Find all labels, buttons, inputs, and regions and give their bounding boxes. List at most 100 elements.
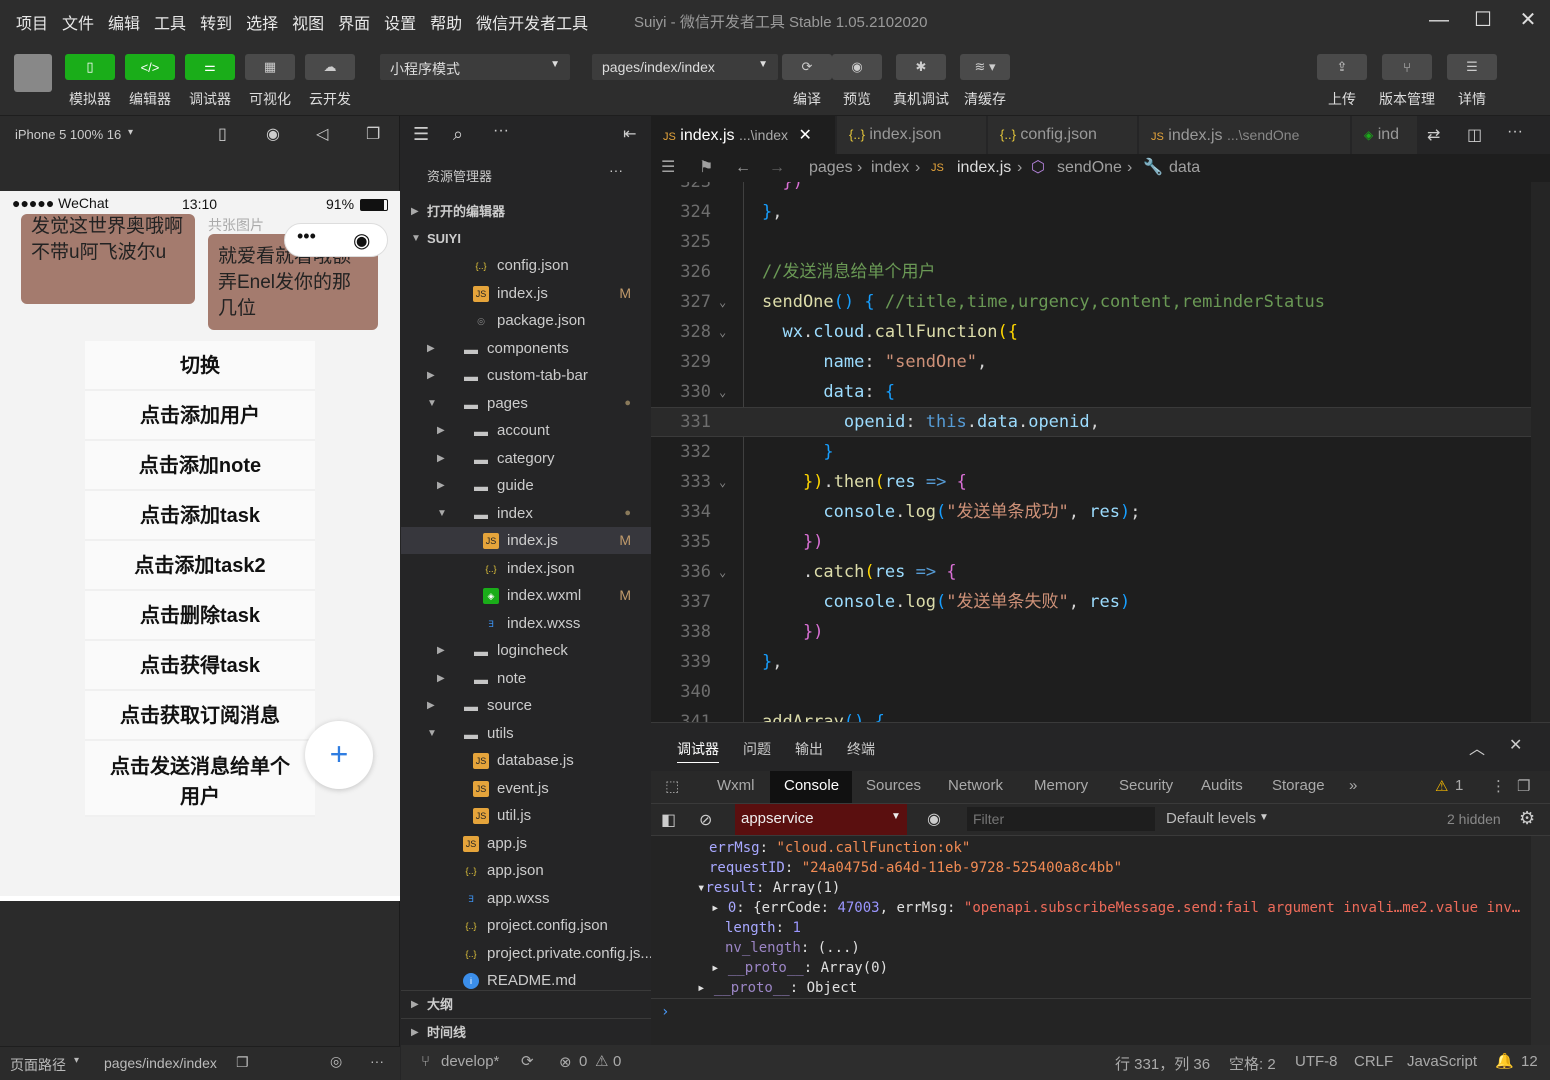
add-note-button[interactable]: 点击添加note [85,441,315,491]
menu-item-wechat-devtools[interactable]: 微信开发者工具 [476,10,588,34]
version-button[interactable]: ⑂ [1382,54,1432,80]
tab-wxml[interactable]: Wxml [717,777,755,794]
breadcrumb-property[interactable]: data [1169,154,1200,182]
tree-item[interactable]: ◈ index.wxml M [401,582,651,609]
page-path-label[interactable]: 页面路径 [10,1055,66,1075]
encoding[interactable]: UTF-8 [1295,1053,1338,1070]
editor-scrollbar[interactable] [1531,182,1550,722]
cloud-dev-button[interactable]: ☁ [305,54,355,80]
console-prompt-icon[interactable]: › [661,1002,669,1022]
tab-sendone-index-js[interactable]: JS index.js ...\sendOne [1139,116,1351,154]
phone-icon[interactable]: ▯ [218,124,227,144]
line-ending[interactable]: CRLF [1354,1053,1393,1070]
minimize-icon[interactable]: — [1424,6,1454,34]
console-line-proto-array[interactable]: ▸ __proto__: Array(0) [711,958,888,978]
timeline-section[interactable]: ▶ 时间线 [401,1018,651,1045]
close-icon[interactable]: ✕ [798,127,811,144]
chevron-right-icon[interactable]: ▶ [437,665,445,692]
bell-icon[interactable]: 🔔 [1495,1052,1514,1070]
chevron-right-icon[interactable]: ▶ [427,362,435,389]
tab-problems[interactable]: 问题 [743,739,771,759]
chevron-down-icon[interactable]: ⌄ [719,467,726,497]
add-task-button[interactable]: 点击添加task [85,491,315,541]
tab-config-json[interactable]: {..} config.json [988,116,1138,154]
chevron-down-icon[interactable]: ⌄ [719,317,726,347]
eye-icon[interactable]: ◎ [330,1053,342,1070]
debugger-toggle[interactable]: ⚌ [185,54,235,80]
console-line-item0[interactable]: ▸ 0: {errCode: 47003, errMsg: "openapi.s… [711,898,1520,918]
tree-item[interactable]: ▼ ▬ utils [401,720,651,747]
device-select[interactable]: iPhone 5 100% 16 [15,127,121,142]
tree-item[interactable]: ∃ index.wxss [401,610,651,637]
breadcrumb-method[interactable]: sendOne [1057,154,1122,182]
tree-item[interactable]: {..} app.json [401,857,651,884]
tree-item[interactable]: ▶ ▬ note [401,665,651,692]
more-icon[interactable]: ··· [1507,123,1523,141]
bookmark-icon[interactable]: ⚑ [699,154,713,182]
tree-item[interactable]: {..} config.json [401,252,651,279]
sidebar-toggle-icon[interactable]: ◧ [661,810,676,830]
popout-icon[interactable]: ❐ [366,124,380,144]
tree-item[interactable]: ▶ ▬ custom-tab-bar [401,362,651,389]
copy-icon[interactable]: ❐ [236,1054,249,1071]
search-icon[interactable]: ⌕ [453,124,463,145]
project-section[interactable]: ▼ SUIYI [401,225,651,252]
collapse-panel-icon[interactable]: ⇤ [623,124,636,144]
menu-item-project[interactable]: 项目 [16,10,48,34]
warning-count[interactable]: 0 [613,1053,621,1070]
chevron-right-icon[interactable]: ▶ [437,417,445,444]
tree-item[interactable]: JS index.js M [401,280,651,307]
tree-item[interactable]: JS util.js [401,802,651,829]
outline-section[interactable]: ▶ 大纲 [401,990,651,1017]
upload-button[interactable]: ⇪ [1317,54,1367,80]
tab-audits[interactable]: Audits [1201,777,1243,794]
settings-gear-icon[interactable]: ⚙ [1519,808,1535,829]
language-mode[interactable]: JavaScript [1407,1053,1477,1070]
warning-count[interactable]: 1 [1455,777,1463,794]
tree-item[interactable]: ▶ ▬ guide [401,472,651,499]
error-count[interactable]: 0 [579,1053,587,1070]
console-scrollbar[interactable] [1531,836,1550,1046]
menu-item-settings[interactable]: 设置 [384,10,416,34]
tree-item[interactable]: ▼ ▬ pages ● [401,390,651,417]
chevron-down-icon[interactable]: ⌄ [719,707,726,722]
tree-item[interactable]: {..} project.config.json [401,912,651,939]
console-line-proto-object[interactable]: ▸ __proto__: Object [697,978,857,998]
add-user-button[interactable]: 点击添加用户 [85,391,315,441]
tree-item[interactable]: ▶ ▬ components [401,335,651,362]
tab-console[interactable]: Console [784,777,839,794]
compile-button[interactable]: ⟳ [782,54,832,80]
tree-item[interactable]: JS event.js [401,775,651,802]
tab-output[interactable]: 输出 [795,739,823,759]
tab-security[interactable]: Security [1119,777,1173,794]
tab-debugger[interactable]: 调试器 [677,739,719,763]
record-icon[interactable]: ◉ [266,124,280,144]
more-icon[interactable]: ··· [493,122,509,140]
back-arrow-icon[interactable]: ← [735,154,751,182]
indent-setting[interactable]: 空格: 2 [1229,1053,1276,1074]
preview-button[interactable]: ◉ [832,54,882,80]
chevron-down-icon[interactable]: ▼ [437,500,447,527]
close-icon[interactable]: ✕ [1513,6,1543,34]
more-dots-icon[interactable]: ••• [297,226,316,247]
caret-down-icon[interactable]: ▾ [74,1055,79,1066]
split-editor-icon[interactable]: ◫ [1467,125,1482,145]
send-single-message-button[interactable]: 点击发送消息给单个用户 [85,741,315,817]
context-select[interactable]: appservice ▼ [735,804,907,835]
clear-console-icon[interactable]: ⊘ [699,810,712,830]
tab-index-js[interactable]: JS index.js ...\index ✕ [651,116,836,154]
chevron-down-icon[interactable]: ⌄ [719,287,726,317]
chevron-right-icon[interactable]: ▸ [711,960,728,976]
more-icon[interactable]: ··· [609,162,623,178]
filter-input[interactable] [967,807,1155,831]
menu-item-view[interactable]: 视图 [292,10,324,34]
tree-item[interactable]: JS app.js [401,830,651,857]
chevron-down-icon[interactable]: ⌄ [719,377,726,407]
undock-icon[interactable]: ❐ [1517,777,1530,795]
double-chevron-icon[interactable]: » [1349,777,1357,794]
tree-item[interactable]: {..} project.private.config.js... [401,940,652,967]
chevron-right-icon[interactable]: ▶ [437,472,445,499]
tree-item[interactable]: ∃ app.wxss [401,885,651,912]
editor-toggle[interactable]: </> [125,54,175,80]
tree-item[interactable]: ◎ package.json [401,307,651,334]
